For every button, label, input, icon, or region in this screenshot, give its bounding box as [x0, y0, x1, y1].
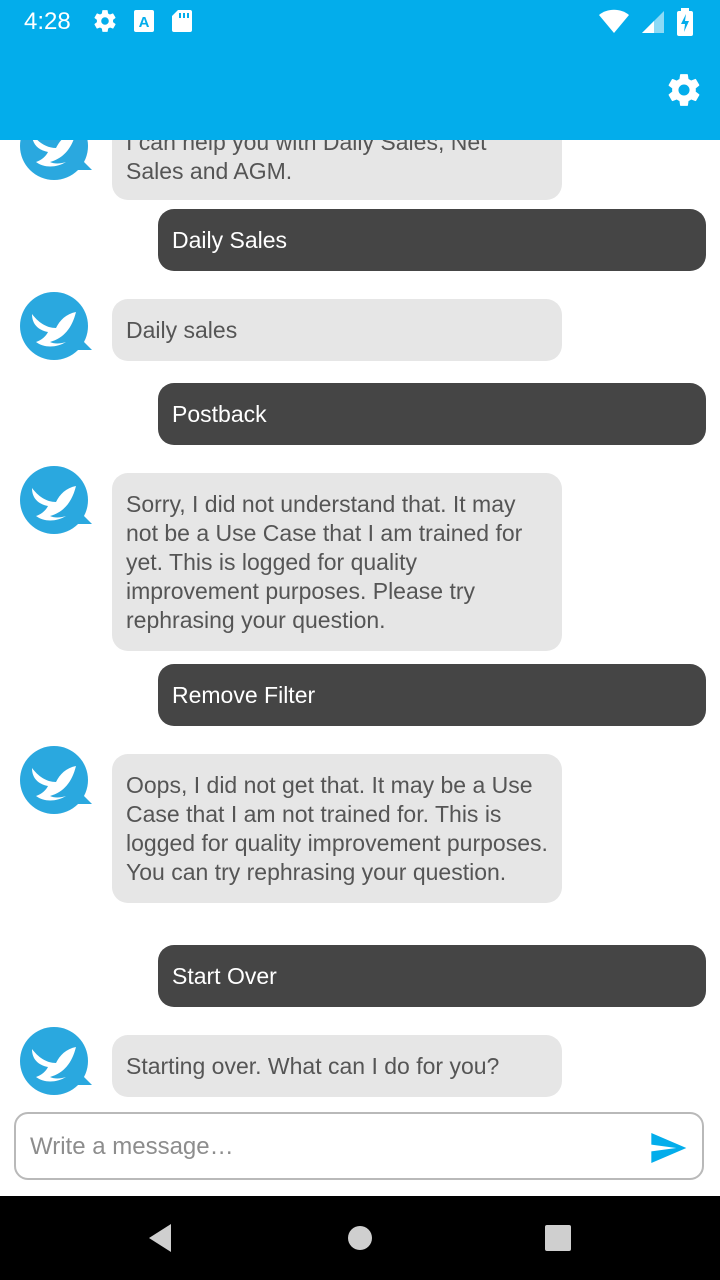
- send-icon[interactable]: [648, 1128, 688, 1168]
- bot-message: Daily sales: [112, 299, 562, 361]
- message-input[interactable]: [28, 1114, 632, 1180]
- app-bar: 4:28 A: [0, 0, 720, 140]
- message-composer: [14, 1112, 704, 1180]
- settings-button[interactable]: [664, 70, 704, 110]
- bot-avatar-icon: [20, 292, 92, 360]
- gear-icon: [94, 10, 116, 32]
- svg-text:A: A: [139, 14, 150, 31]
- signal-icon: [642, 11, 664, 33]
- status-right-icons: [598, 8, 694, 36]
- gear-icon: [668, 74, 700, 106]
- recents-button[interactable]: [538, 1218, 578, 1258]
- bot-avatar-icon: [20, 466, 92, 534]
- back-button[interactable]: [140, 1218, 180, 1258]
- bot-message: I can help you with Daily Sales, Net Sal…: [112, 140, 562, 200]
- user-message: Postback: [158, 383, 706, 445]
- user-message: Daily Sales: [158, 209, 706, 271]
- bot-message: Oops, I did not get that. It may be a Us…: [112, 754, 562, 903]
- back-icon: [149, 1224, 171, 1252]
- battery-charging-icon: [677, 8, 693, 36]
- a-badge-icon: A: [134, 10, 154, 32]
- status-left-icons: A: [92, 8, 194, 34]
- bot-avatar-icon: [20, 746, 92, 814]
- bot-avatar-icon: [20, 1027, 92, 1095]
- user-message: Start Over: [158, 945, 706, 1007]
- home-icon: [348, 1226, 372, 1250]
- chat-list[interactable]: I can help you with Daily Sales, Net Sal…: [0, 140, 720, 1110]
- sd-card-icon: [172, 10, 192, 32]
- wifi-icon: [599, 9, 629, 33]
- bot-avatar-icon: [20, 140, 92, 180]
- user-message: Remove Filter: [158, 664, 706, 726]
- bot-message: Starting over. What can I do for you?: [112, 1035, 562, 1097]
- home-button[interactable]: [340, 1218, 380, 1258]
- system-nav-bar: [0, 1196, 720, 1280]
- bot-message: Sorry, I did not understand that. It may…: [112, 473, 562, 651]
- status-time: 4:28: [24, 8, 71, 35]
- recents-icon: [545, 1225, 571, 1251]
